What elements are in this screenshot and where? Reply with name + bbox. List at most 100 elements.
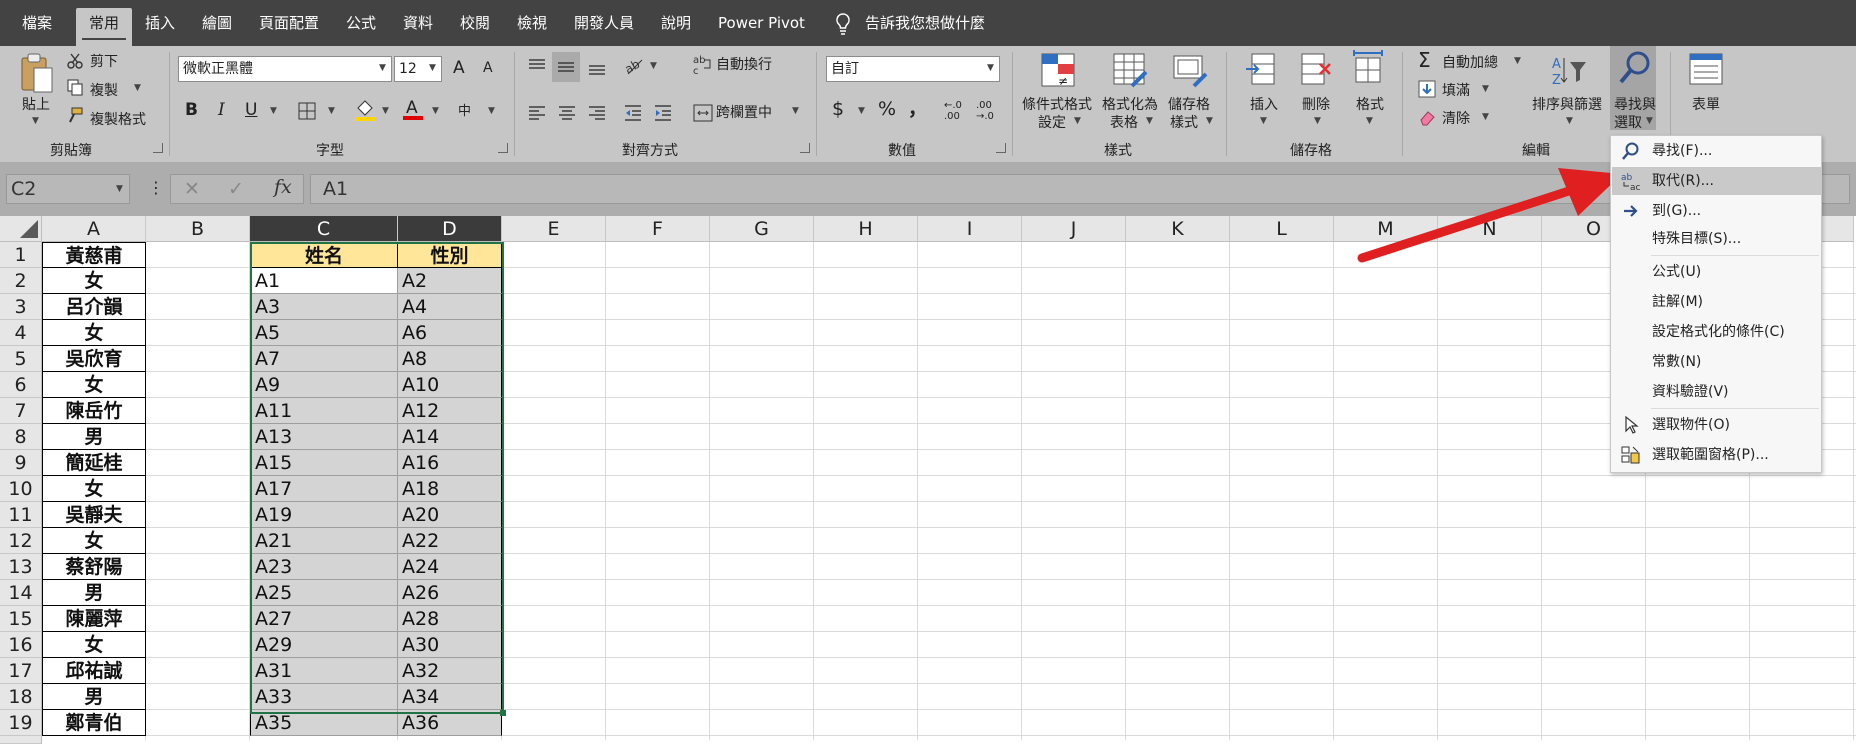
align-bottom-icon[interactable] xyxy=(586,56,608,78)
form-icon[interactable] xyxy=(1688,52,1724,86)
cell-d12[interactable]: A22 xyxy=(398,528,502,554)
underline-button[interactable]: U xyxy=(245,100,257,120)
currency-caret[interactable]: ▼ xyxy=(858,106,865,116)
cell-a8[interactable]: 男 xyxy=(42,424,146,450)
increase-decimal-button[interactable]: ←.0 .00 xyxy=(944,100,974,122)
align-middle-icon[interactable] xyxy=(552,52,580,82)
cell-a3[interactable]: 呂介韻 xyxy=(42,294,146,320)
column-header-a[interactable]: A xyxy=(42,216,146,242)
cell-c16[interactable]: A29 xyxy=(250,632,398,658)
row-header-5[interactable]: 5 xyxy=(0,346,42,372)
phonetic-icon[interactable]: 中 xyxy=(458,100,471,119)
autosum-caret[interactable]: ▼ xyxy=(1514,56,1521,66)
column-header-g[interactable]: G xyxy=(710,216,814,242)
align-left-icon[interactable] xyxy=(526,102,548,124)
font-color-icon[interactable]: A xyxy=(402,96,424,122)
cell-c5[interactable]: A7 xyxy=(250,346,398,372)
format-painter-button[interactable]: 複製格式 xyxy=(90,109,146,129)
cut-button[interactable]: 剪下 xyxy=(90,51,118,71)
column-header-f[interactable]: F xyxy=(606,216,710,242)
select-all-button[interactable] xyxy=(0,216,42,242)
menu-item-go-to-special[interactable]: 特殊目標(S)... xyxy=(1612,225,1822,253)
find-select-icon[interactable] xyxy=(1618,50,1652,86)
name-box[interactable]: C2 xyxy=(6,174,130,204)
decrease-decimal-button[interactable]: .00 →.0 xyxy=(976,100,1006,122)
cell-c3[interactable]: A3 xyxy=(250,294,398,320)
row-header-20[interactable] xyxy=(0,736,42,744)
cell-d7[interactable]: A12 xyxy=(398,398,502,424)
worksheet-grid[interactable]: ABCDEFGHIJKLMNOPQ 1234567891011121314151… xyxy=(0,216,1856,744)
row-header-8[interactable]: 8 xyxy=(0,424,42,450)
formula-bar-options-icon[interactable]: ⋮ xyxy=(148,178,164,197)
fill-handle[interactable] xyxy=(500,710,506,716)
cell-a19[interactable]: 鄭青伯 xyxy=(42,710,146,736)
insert-cells-button[interactable]: 插入 xyxy=(1250,94,1278,114)
menu-item-find[interactable]: 尋找(F)... xyxy=(1612,137,1822,165)
row-header-3[interactable]: 3 xyxy=(0,294,42,320)
tab-help[interactable]: 說明 xyxy=(661,0,691,46)
column-header-k[interactable]: K xyxy=(1126,216,1230,242)
format-cells-caret[interactable]: ▼ xyxy=(1366,116,1373,126)
align-top-icon[interactable] xyxy=(526,56,548,78)
cell-d11[interactable]: A20 xyxy=(398,502,502,528)
insert-cells-icon[interactable] xyxy=(1244,52,1280,88)
clipboard-launcher[interactable] xyxy=(153,143,163,153)
row-header-15[interactable]: 15 xyxy=(0,606,42,632)
find-select-label-1[interactable]: 尋找與 xyxy=(1614,94,1656,114)
cell-a14[interactable]: 男 xyxy=(42,580,146,606)
cell-d16[interactable]: A30 xyxy=(398,632,502,658)
cell-d14[interactable]: A26 xyxy=(398,580,502,606)
wrap-text-button[interactable]: 自動換行 xyxy=(716,54,772,74)
sort-filter-caret[interactable]: ▼ xyxy=(1566,116,1573,126)
cell-styles-icon[interactable] xyxy=(1172,52,1208,88)
cell-d9[interactable]: A16 xyxy=(398,450,502,476)
cell-d19[interactable]: A36 xyxy=(398,710,502,736)
column-header-l[interactable]: L xyxy=(1230,216,1334,242)
tab-view[interactable]: 檢視 xyxy=(517,0,547,46)
orientation-caret[interactable]: ▼ xyxy=(650,61,657,71)
sort-filter-icon[interactable]: AZ xyxy=(1550,54,1588,90)
copy-button[interactable]: 複製 xyxy=(90,80,118,100)
paste-button[interactable]: 貼上 xyxy=(22,94,50,114)
number-launcher[interactable] xyxy=(996,143,1006,153)
row-header-16[interactable]: 16 xyxy=(0,632,42,658)
row-header-1[interactable]: 1 xyxy=(0,242,42,268)
row-header-17[interactable]: 17 xyxy=(0,658,42,684)
cell-a15[interactable]: 陳麗萍 xyxy=(42,606,146,632)
cell-styles-button[interactable]: 儲存格 xyxy=(1168,94,1210,114)
row-header-9[interactable]: 9 xyxy=(0,450,42,476)
tab-review[interactable]: 校閱 xyxy=(460,0,490,46)
menu-item-comments[interactable]: 註解(M) xyxy=(1612,288,1822,316)
row-header-14[interactable]: 14 xyxy=(0,580,42,606)
format-as-table-icon[interactable] xyxy=(1112,52,1148,88)
find-select-caret[interactable]: ▼ xyxy=(1646,116,1653,126)
phonetic-caret[interactable]: ▼ xyxy=(488,106,495,116)
currency-button[interactable]: $ xyxy=(832,98,844,120)
row-header-10[interactable]: 10 xyxy=(0,476,42,502)
cell-a6[interactable]: 女 xyxy=(42,372,146,398)
column-header-b[interactable]: B xyxy=(146,216,250,242)
fill-caret[interactable]: ▼ xyxy=(1482,84,1489,94)
cell-c1[interactable]: 姓名 xyxy=(250,242,398,268)
row-header-11[interactable]: 11 xyxy=(0,502,42,528)
cell-c18[interactable]: A33 xyxy=(250,684,398,710)
delete-cells-caret[interactable]: ▼ xyxy=(1314,116,1321,126)
column-header-c[interactable]: C xyxy=(250,216,398,242)
cell-d15[interactable]: A28 xyxy=(398,606,502,632)
cell-c13[interactable]: A23 xyxy=(250,554,398,580)
font-size-caret[interactable]: ▼ xyxy=(429,63,436,73)
cell-a2[interactable]: 女 xyxy=(42,268,146,294)
cell-d3[interactable]: A4 xyxy=(398,294,502,320)
format-cells-button[interactable]: 格式 xyxy=(1356,94,1384,114)
align-right-icon[interactable] xyxy=(586,102,608,124)
fill-color-caret[interactable]: ▼ xyxy=(382,106,389,116)
tab-file[interactable]: 檔案 xyxy=(22,0,52,46)
menu-item-replace[interactable]: ab ac 取代(R)... xyxy=(1612,167,1822,195)
comma-button[interactable]: ， xyxy=(908,94,927,121)
find-select-label-2[interactable]: 選取 xyxy=(1614,112,1642,132)
tab-developer[interactable]: 開發人員 xyxy=(574,0,634,46)
cell-a16[interactable]: 女 xyxy=(42,632,146,658)
cell-c11[interactable]: A19 xyxy=(250,502,398,528)
paste-dropdown-caret[interactable]: ▼ xyxy=(32,116,39,126)
cell-c6[interactable]: A9 xyxy=(250,372,398,398)
